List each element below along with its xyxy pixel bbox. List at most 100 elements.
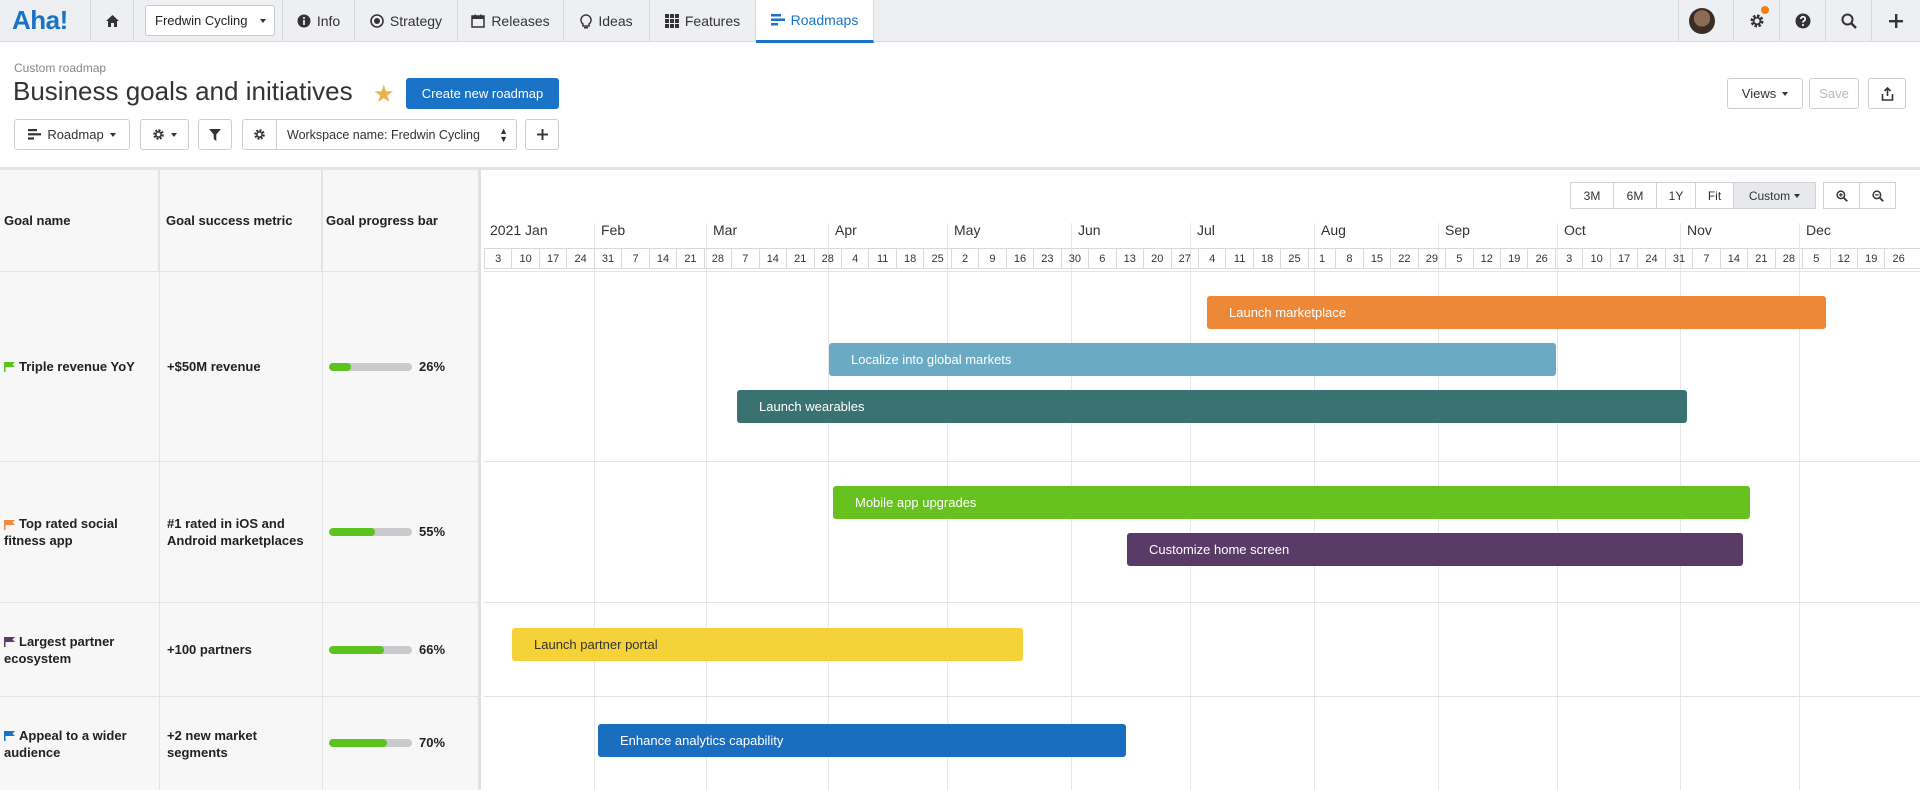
progress-percent: 70% xyxy=(419,735,446,750)
zoom-in-button[interactable] xyxy=(1823,182,1860,209)
week-label: 10 xyxy=(511,249,538,268)
tab-ideas[interactable]: Ideas xyxy=(564,0,650,42)
notification-dot xyxy=(1761,6,1769,14)
create-roadmap-button[interactable]: Create new roadmap xyxy=(406,78,559,109)
month-gridline xyxy=(594,223,595,790)
month-label: Jul xyxy=(1197,222,1215,238)
initiative-bar[interactable]: Localize into global markets xyxy=(829,343,1556,376)
info-icon xyxy=(297,14,311,28)
zoom-custom-button[interactable]: Custom xyxy=(1733,182,1816,209)
settings-dropdown-button[interactable] xyxy=(140,119,189,150)
initiative-label: Launch wearables xyxy=(759,399,865,414)
progress-bar xyxy=(329,646,412,654)
zoom-out-button[interactable] xyxy=(1859,182,1896,209)
month-gridline xyxy=(706,223,707,790)
column-header-progress-bar[interactable]: Goal progress bar xyxy=(322,170,481,271)
goal-name-cell[interactable]: Top rated social fitness app xyxy=(4,462,154,602)
column-header-success-metric[interactable]: Goal success metric xyxy=(159,170,322,271)
goal-name-cell[interactable]: Appeal to a wider audience xyxy=(4,697,154,790)
filter-icon xyxy=(209,128,221,141)
table-row[interactable]: Top rated social fitness app #1 rated in… xyxy=(0,461,481,602)
table-row[interactable]: Largest partner ecosystem +100 partners … xyxy=(0,602,481,696)
aha-logo[interactable]: Aha! xyxy=(12,5,68,36)
initiative-bar[interactable]: Mobile app upgrades xyxy=(833,486,1750,519)
chevron-down-icon xyxy=(260,19,266,23)
roadmap-type-button[interactable]: Roadmap xyxy=(14,119,130,150)
initiative-label: Mobile app upgrades xyxy=(855,495,977,510)
initiative-bar[interactable]: Launch partner portal xyxy=(512,628,1023,661)
initiative-bar[interactable]: Launch marketplace xyxy=(1207,296,1826,329)
export-button[interactable] xyxy=(1868,78,1906,109)
initiative-label: Launch marketplace xyxy=(1229,305,1347,320)
workspace-select-label: Fredwin Cycling xyxy=(155,13,248,28)
week-label: 30 xyxy=(1060,249,1088,268)
add-filter-button[interactable] xyxy=(525,119,559,150)
initiative-bar[interactable]: Enhance analytics capability xyxy=(598,724,1126,757)
week-label: 29 xyxy=(1417,249,1445,268)
filter-settings-toggle[interactable] xyxy=(243,120,277,149)
success-metric-cell[interactable]: #1 rated in iOS and Android marketplaces xyxy=(167,462,317,602)
gear-icon xyxy=(1750,14,1763,28)
star-icon[interactable]: ★ xyxy=(373,80,395,109)
views-button[interactable]: Views xyxy=(1727,78,1803,109)
zoom-out-icon xyxy=(1871,189,1884,202)
row-divider xyxy=(484,602,1920,603)
tab-roadmaps[interactable]: Roadmaps xyxy=(756,0,874,43)
roadmap-type-label: Roadmap xyxy=(47,127,104,142)
filter-button[interactable] xyxy=(198,119,232,150)
week-label: 21 xyxy=(786,249,813,268)
workspace-select[interactable]: Fredwin Cycling xyxy=(145,5,275,36)
week-label: 20 xyxy=(1143,249,1170,268)
month-label: Mar xyxy=(713,222,738,238)
initiative-bar[interactable]: Launch wearables xyxy=(737,390,1687,423)
month-label: Apr xyxy=(835,222,857,238)
zoom-1y-button[interactable]: 1Y xyxy=(1656,182,1696,209)
table-row[interactable]: Appeal to a wider audience +2 new market… xyxy=(0,696,481,790)
week-label: 11 xyxy=(1225,249,1252,268)
success-metric-cell[interactable]: +2 new market segments xyxy=(167,697,317,790)
zoom-3m-button[interactable]: 3M xyxy=(1570,182,1614,209)
home-button[interactable] xyxy=(90,0,134,42)
save-button[interactable]: Save xyxy=(1809,78,1859,109)
user-avatar-button[interactable] xyxy=(1678,0,1724,42)
progress-percent: 26% xyxy=(419,359,446,374)
progress-percent: 66% xyxy=(419,642,446,657)
goal-name-cell[interactable]: Triple revenue YoY xyxy=(4,272,154,461)
week-label: 4 xyxy=(840,249,868,268)
help-button[interactable] xyxy=(1779,0,1825,42)
week-label: 25 xyxy=(1280,249,1307,268)
month-label: Feb xyxy=(601,222,626,238)
tab-info-label: Info xyxy=(316,13,341,29)
settings-button[interactable] xyxy=(1733,0,1779,42)
breadcrumb[interactable]: Custom roadmap xyxy=(14,61,106,75)
avatar xyxy=(1688,8,1715,34)
flag-icon xyxy=(4,731,15,742)
tab-strategy[interactable]: Strategy xyxy=(355,0,458,42)
workspace-filter[interactable]: Workspace name: Fredwin Cycling ▲ ▼ xyxy=(242,119,517,150)
column-header-goal-name[interactable]: Goal name xyxy=(0,170,159,271)
progress-fill xyxy=(329,739,388,747)
month-label: Nov xyxy=(1687,222,1712,238)
table-row[interactable]: Triple revenue YoY +$50M revenue 26% xyxy=(0,271,481,461)
search-button[interactable] xyxy=(1825,0,1871,42)
tab-features[interactable]: Features xyxy=(650,0,756,42)
week-label: 16 xyxy=(1005,249,1033,268)
week-label: 4 xyxy=(1197,249,1225,268)
zoom-6m-button[interactable]: 6M xyxy=(1613,182,1657,209)
week-label: 6 xyxy=(1088,249,1115,268)
week-label: 26 xyxy=(1884,249,1911,268)
initiative-bar[interactable]: Customize home screen xyxy=(1127,533,1743,566)
goal-name: Triple revenue YoY xyxy=(19,359,135,374)
goal-name-cell[interactable]: Largest partner ecosystem xyxy=(4,603,154,696)
page-title[interactable]: Business goals and initiatives xyxy=(13,76,353,107)
add-button[interactable] xyxy=(1871,0,1920,42)
target-icon xyxy=(370,14,384,28)
tab-releases[interactable]: Releases xyxy=(458,0,564,42)
zoom-fit-button[interactable]: Fit xyxy=(1695,182,1734,209)
goal-name-line-1: Largest partner xyxy=(19,633,115,649)
week-label: 18 xyxy=(1252,249,1280,268)
progress-fill xyxy=(329,363,351,371)
tab-info[interactable]: Info xyxy=(282,0,355,42)
success-metric-cell[interactable]: +$50M revenue xyxy=(167,272,317,461)
success-metric-cell[interactable]: +100 partners xyxy=(167,603,317,696)
